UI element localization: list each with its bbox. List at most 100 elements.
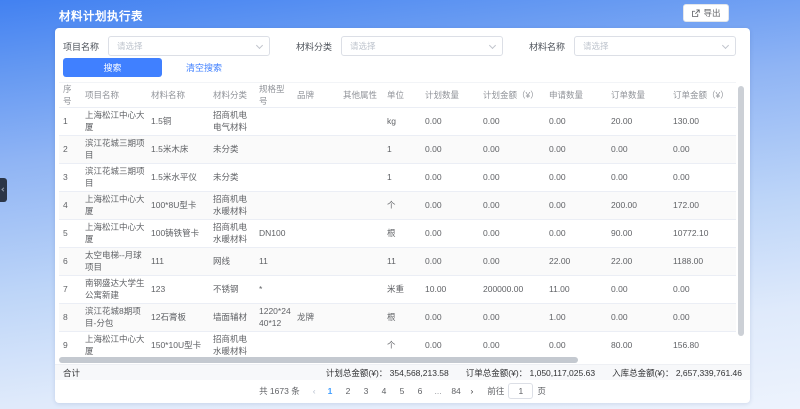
column-header: 材料分类 [213,83,259,108]
page-number-4[interactable]: 4 [378,386,391,396]
table-cell [343,248,387,276]
table-cell [343,108,387,136]
export-icon [691,9,700,18]
table-cell: 0.00 [549,136,611,164]
table-cell: 11.00 [549,276,611,304]
horizontal-scrollbar-thumb[interactable] [59,357,578,363]
table-cell: 10772.10 [673,220,736,248]
column-header: 材料名称 [151,83,213,108]
export-button-label: 导出 [703,7,720,19]
column-header: 其他属性 [343,83,387,108]
table-cell [343,276,387,304]
table-cell [297,164,343,192]
table-cell: 0.00 [483,192,549,220]
filter-project-name: 项目名称 请选择 [63,36,270,56]
materials-table: 序号项目名称材料名称材料分类规格型号品牌其他属性单位计划数量计划金额（¥）申请数… [59,82,736,356]
table-cell: 90.00 [611,220,673,248]
content-card: 项目名称 请选择 材料分类 请选择 材料名称 请选择 搜索 清空搜索 [55,28,750,403]
page-number-5[interactable]: 5 [396,386,409,396]
page-number-1[interactable]: 1 [324,386,337,396]
summary-label: 合计 [63,367,80,379]
table-cell: 0.00 [483,108,549,136]
clear-search-link[interactable]: 清空搜索 [186,61,222,74]
table-cell: 1 [387,164,425,192]
table-row: 6太空电梯--月球项目111网线11110.000.0022.0022.0011… [59,248,736,276]
table-cell: 网线 [213,248,259,276]
table-cell: 11 [387,248,425,276]
pagination-goto: 前往 页 [487,383,546,399]
table-cell: 0.00 [549,220,611,248]
project-name-select[interactable]: 请选择 [108,36,270,56]
table-cell: 0.00 [483,332,549,357]
column-header: 序号 [59,83,85,108]
search-button[interactable]: 搜索 [63,58,162,77]
page-number-2[interactable]: 2 [342,386,355,396]
table-cell: 0.00 [549,164,611,192]
prev-page-icon[interactable]: ‹ [310,386,319,396]
table-cell: 太空电梯--月球项目 [85,248,151,276]
summary-total: 入库总金额(¥)： 2,657,339,761.46 [612,367,742,379]
table-cell [297,248,343,276]
table-cell: 0.00 [483,136,549,164]
table-cell [343,332,387,357]
table-cell: 墙面辅材 [213,304,259,332]
table-cell [297,108,343,136]
sidebar-toggle[interactable] [0,178,7,202]
table-cell: 0.00 [425,192,483,220]
table-cell: 200000.00 [483,276,549,304]
table-cell: 1.00 [549,304,611,332]
goto-suffix: 页 [537,385,546,397]
table-cell: 0.00 [483,248,549,276]
table-cell: 2 [59,136,85,164]
table-cell: 1.5米水平仪 [151,164,213,192]
page-number-3[interactable]: 3 [360,386,373,396]
table-cell: 上海松江中心大厦 [85,220,151,248]
table-row: 2滨江花城三期项目1.5米木床未分类10.000.000.000.000.00 [59,136,736,164]
table-row: 8滨江花城8期项目-分包12石膏板墙面辅材1220*2440*12龙牌根0.00… [59,304,736,332]
table-cell: 南钢盛达大学生公寓新建 [85,276,151,304]
chevron-left-icon [1,187,5,191]
vertical-scrollbar-thumb[interactable] [738,86,744,336]
table-cell: 3 [59,164,85,192]
table-cell [297,192,343,220]
summary-row: 合计 计划总金额(¥)： 354,568,213.58订单总金额(¥)： 1,0… [55,364,750,380]
table-cell [297,220,343,248]
page-number-84[interactable]: 84 [450,386,463,396]
table-cell: 0.00 [425,332,483,357]
page-number-6[interactable]: 6 [414,386,427,396]
table-cell: 0.00 [611,136,673,164]
page-title: 材料计划执行表 [59,8,143,24]
filter-bar: 项目名称 请选择 材料分类 请选择 材料名称 请选择 [63,36,736,56]
horizontal-scrollbar [59,357,736,363]
next-page-icon[interactable]: › [468,386,477,396]
table-cell: 150*10U型卡 [151,332,213,357]
column-header: 订单数量 [611,83,673,108]
chevron-down-icon [722,42,729,49]
table-cell: 根 [387,220,425,248]
column-header: 申请数量 [549,83,611,108]
summary-totals: 计划总金额(¥)： 354,568,213.58订单总金额(¥)： 1,050,… [326,367,742,379]
pagination-pages: 123456...84 [324,386,463,396]
material-category-select[interactable]: 请选择 [341,36,503,56]
export-button[interactable]: 导出 [683,4,729,22]
table-cell [343,220,387,248]
table-cell: 0.00 [483,164,549,192]
table-cell: 上海松江中心大厦 [85,332,151,357]
chevron-down-icon [256,42,263,49]
material-name-select[interactable]: 请选择 [574,36,736,56]
table-cell: 0.00 [611,276,673,304]
chevron-down-icon [489,42,496,49]
table-cell: 根 [387,304,425,332]
table-cell: 1188.00 [673,248,736,276]
table-cell: 8 [59,304,85,332]
filter-label: 材料分类 [296,40,332,53]
table-cell: 0.00 [425,248,483,276]
goto-page-input[interactable] [508,383,533,399]
column-header: 规格型号 [259,83,297,108]
column-header: 单位 [387,83,425,108]
table-cell: 招商机电水暖材料 [213,220,259,248]
table-cell: 22.00 [549,248,611,276]
pagination: 共 1673 条 ‹ 123456...84 › 前往 页 [55,381,750,400]
table-cell: 0.00 [483,304,549,332]
table-row: 4上海松江中心大厦100*8U型卡招商机电水暖材料个0.000.000.0020… [59,192,736,220]
